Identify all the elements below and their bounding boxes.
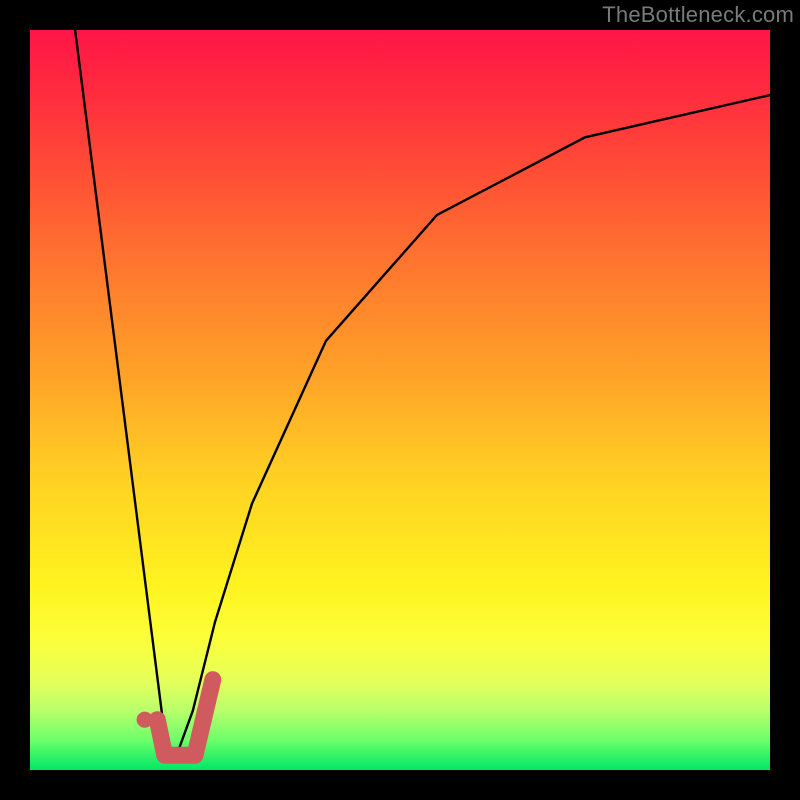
curve-layer bbox=[30, 30, 770, 770]
series-falling-line bbox=[75, 30, 165, 735]
marker-check-tail bbox=[157, 680, 213, 756]
watermark-text: TheBottleneck.com bbox=[602, 2, 794, 28]
chart-frame: TheBottleneck.com bbox=[0, 0, 800, 800]
series-group bbox=[75, 30, 770, 760]
series-rising-curve bbox=[175, 95, 770, 760]
plot-area bbox=[30, 30, 770, 770]
marker-group bbox=[137, 680, 213, 756]
